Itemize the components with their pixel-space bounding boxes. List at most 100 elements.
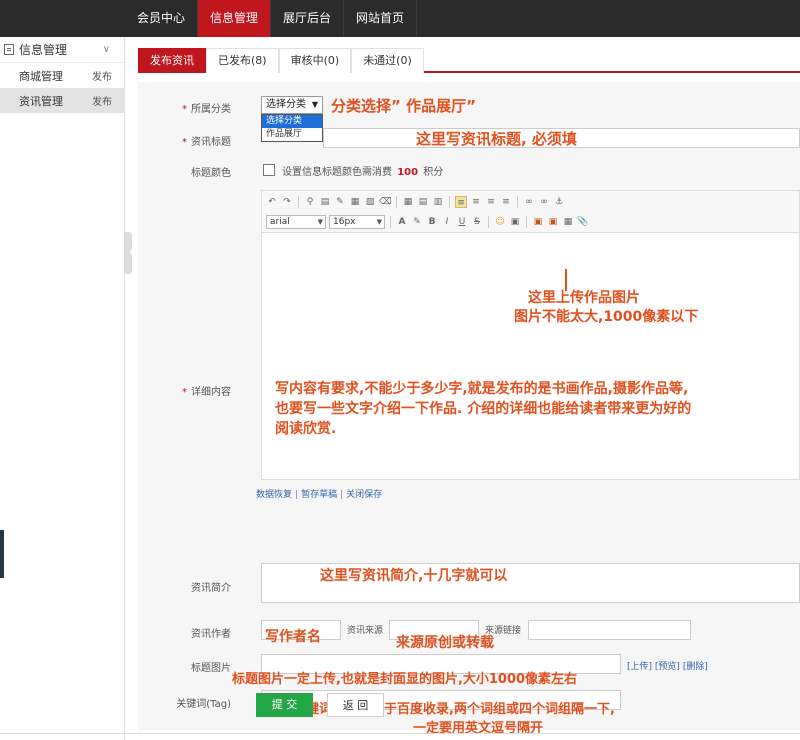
points-value: 100 [397,167,419,178]
chevron-down-icon: ∨ [102,44,110,55]
content-label: * 详细内容 [182,387,231,398]
underline-icon[interactable]: U [456,216,468,228]
toolbar-separator [449,196,450,208]
unlink-icon[interactable]: ∞ [538,196,550,208]
table-icon[interactable]: ▦ [402,196,414,208]
sidebar-item-mall[interactable]: 商城管理 发布 [0,63,124,88]
title-image-actions: [上传] [预览] [删除] [627,659,708,672]
nav-gallery-admin[interactable]: 展厅后台 [271,0,345,37]
content-annotation-line3: 阅读欣赏. [275,421,337,437]
editor-toolbar: ↶ ↷ ⚲ ▤ ✎ ▦ ▧ ⌫ ▦ ▤ ▥ ≡ ≡ ≡ ≡ ∞ ∞ ⚓ aria… [262,191,799,233]
format-brush-icon[interactable]: ✎ [334,196,346,208]
emoji-icon[interactable]: ☺ [494,216,506,228]
left-edge-strip [0,530,4,578]
multi-image-icon[interactable]: ▣ [547,216,559,228]
highlight-icon[interactable]: ✎ [411,216,423,228]
align-center-icon[interactable]: ≡ [470,196,482,208]
close-save-link[interactable]: 关闭保存 [346,490,382,500]
category-select[interactable]: 选择分类 ▼ [261,96,323,114]
sidebar-item-label: 商城管理 [19,69,63,83]
redo-icon[interactable]: ↷ [281,196,293,208]
font-family-select[interactable]: arial ▼ [266,215,326,229]
title-label: * 资讯标题 [182,137,231,148]
toolbar-separator [488,216,489,228]
dropdown-arrow-icon: ▼ [311,100,318,109]
title-annotation: 这里写资讯标题, 必须填 [416,130,577,148]
italic-icon[interactable]: I [441,216,453,228]
tab-published[interactable]: 已发布(8) [206,48,279,73]
print-icon[interactable]: ▤ [319,196,331,208]
source-annotation: 来源原创或转载 [396,635,494,651]
content-annotation-line2: 也要写一些文字介绍一下作品. 介绍的详细也能给读者带来更为好的 [275,401,692,417]
top-nav: 会员中心 信息管理 展厅后台 网站首页 [125,0,418,37]
sidebar-heading[interactable]: 信息管理 ∨ [0,37,124,63]
nav-member-center[interactable]: 会员中心 [125,0,199,37]
sidebar: 信息管理 ∨ 商城管理 发布 资讯管理 发布 [0,37,125,740]
link-icon[interactable]: ∞ [523,196,535,208]
rich-text-editor[interactable]: ↶ ↷ ⚲ ▤ ✎ ▦ ▧ ⌫ ▦ ▤ ▥ ≡ ≡ ≡ ≡ ∞ ∞ ⚓ aria… [261,190,800,480]
tab-publish-news[interactable]: 发布资讯 [138,48,206,73]
source-label: 资讯来源 [347,626,384,636]
insert-col-icon[interactable]: ▥ [432,196,444,208]
tab-reviewing[interactable]: 审核中(0) [278,48,352,73]
category-annotation: 分类选择” 作品展厅” [331,97,476,115]
toolbar-separator [390,216,391,228]
title-color-checkbox[interactable] [263,164,275,176]
preview-link[interactable]: [预览] [655,662,680,672]
title-color-label: 标题颜色 [191,168,231,179]
title-image-label: 标题图片 [191,663,231,674]
toolbar-separator [517,196,518,208]
strikethrough-icon[interactable]: S [471,216,483,228]
save-draft-link[interactable]: 暂存草稿 [301,490,337,500]
source-link-input[interactable] [528,620,691,640]
nav-info-management[interactable]: 信息管理 [198,0,272,37]
category-option[interactable]: 作品展厅 [262,128,322,141]
image-icon[interactable]: ▣ [509,216,521,228]
undo-icon[interactable]: ↶ [266,196,278,208]
restore-data-link[interactable]: 数据恢复 [256,490,292,500]
insert-row-icon[interactable]: ▤ [417,196,429,208]
publish-form: * 所属分类 选择分类 ▼ 选择分类 作品展厅 分类选择” 作品展厅” * 资讯标题 … [138,82,800,736]
upload-link[interactable]: [上传] [627,662,652,672]
sidebar-item-publish-link[interactable]: 发布 [92,68,112,83]
sidebar-item-label: 资讯管理 [19,94,63,108]
main-content: 发布资讯 已发布(8) 审核中(0) 未通过(0) * 所属分类 选择分类 ▼ 选择… [132,37,800,740]
paste-text-icon[interactable]: ▧ [364,196,376,208]
category-dropdown-list: 选择分类 作品展厅 [261,114,323,142]
summary-label: 资讯简介 [191,583,231,594]
back-button[interactable]: 返 回 [327,693,384,717]
category-label: * 所属分类 [182,104,231,115]
title-color-info: 设置信息标题颜色需消费 100 积分 [282,167,444,178]
font-color-icon[interactable]: A [396,216,408,228]
paste-icon[interactable]: ▦ [349,196,361,208]
toolbar-separator [396,196,397,208]
sidebar-item-news[interactable]: 资讯管理 发布 [0,88,124,113]
attachment-icon[interactable]: 📎 [577,216,589,228]
tab-rejected[interactable]: 未通过(0) [351,48,424,73]
align-right-icon[interactable]: ≡ [485,196,497,208]
upload-image-icon[interactable]: ▣ [532,216,544,228]
author-label: 资讯作者 [191,629,231,640]
bold-icon[interactable]: B [426,216,438,228]
align-left-icon[interactable]: ≡ [455,196,467,208]
content-annotation-line1: 写内容有要求,不能少于多少字,就是发布的是书画作品,摄影作品等, [275,381,689,397]
sidebar-collapse-handle[interactable] [124,232,132,274]
author-annotation: 写作者名 [265,629,321,645]
tab-bar: 发布资讯 已发布(8) 审核中(0) 未通过(0) [138,48,800,73]
toolbar-separator [526,216,527,228]
align-justify-icon[interactable]: ≡ [500,196,512,208]
submit-button[interactable]: 提 交 [256,693,313,717]
preview-icon[interactable]: ⚲ [304,196,316,208]
category-option[interactable]: 选择分类 [262,115,322,128]
toolbar-separator [298,196,299,208]
sidebar-item-publish-link[interactable]: 发布 [92,93,112,108]
font-size-select[interactable]: 16px ▼ [329,215,385,229]
delete-link[interactable]: [删除] [683,662,708,672]
eraser-icon[interactable]: ⌫ [379,196,392,208]
nav-site-home[interactable]: 网站首页 [344,0,418,37]
anchor-icon[interactable]: ⚓ [553,196,565,208]
tags-label: 关键词(Tag) [176,699,231,710]
dropdown-arrow-icon: ▼ [317,218,323,226]
media-icon[interactable]: ▦ [562,216,574,228]
footer-divider [0,733,800,734]
